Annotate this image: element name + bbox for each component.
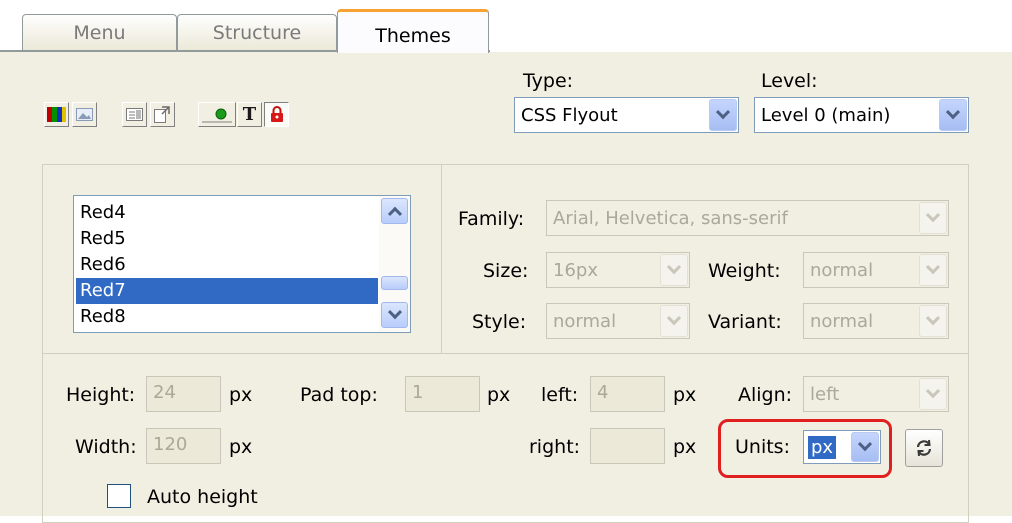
height-label: Height: (66, 384, 136, 406)
theme-listbox[interactable]: Red4 Red5 Red6 Red7 Red8 (73, 195, 411, 333)
auto-height-label: Auto height (147, 486, 258, 508)
chevron-down-icon[interactable] (851, 432, 879, 462)
weight-value: normal (810, 259, 874, 281)
refresh-icon (916, 439, 932, 457)
align-value: left (810, 383, 840, 405)
level-select[interactable]: Level 0 (main) (754, 97, 969, 133)
scroll-down-icon[interactable] (381, 302, 408, 328)
family-value: Arial, Helvetica, sans-serif (553, 207, 788, 229)
weight-select[interactable]: normal (803, 252, 949, 288)
units-value: px (808, 435, 837, 459)
listbox-scrollbar[interactable] (379, 196, 410, 332)
list-layout-glyph (126, 108, 143, 121)
family-label: Family: (458, 208, 525, 230)
variant-value: normal (810, 310, 874, 332)
weight-label: Weight: (708, 260, 781, 282)
chevron-down-icon[interactable] (919, 378, 947, 410)
width-label: Width: (75, 436, 137, 458)
color-dot-icon[interactable] (198, 102, 236, 127)
chevron-down-icon[interactable] (919, 202, 947, 234)
units-label: Units: (735, 436, 790, 458)
export-glyph (154, 106, 170, 123)
tab-themes[interactable]: Themes (337, 9, 489, 53)
tab-structure[interactable]: Structure (177, 14, 337, 50)
left-label: left: (541, 384, 579, 406)
list-item[interactable]: Red8 (76, 304, 378, 330)
font-t-glyph: T (242, 104, 257, 125)
size-value: 16px (553, 259, 598, 281)
lock-icon[interactable] (264, 102, 289, 127)
right-field[interactable] (590, 428, 665, 464)
style-label: Style: (472, 311, 527, 333)
right-unit: px (673, 436, 697, 458)
scroll-thumb[interactable] (381, 276, 408, 290)
pad-top-field[interactable]: 1 (405, 376, 480, 412)
chevron-down-icon[interactable] (919, 305, 947, 337)
level-value: Level 0 (main) (761, 104, 891, 126)
font-t-icon[interactable]: T (237, 102, 262, 127)
width-unit: px (229, 436, 253, 458)
family-select[interactable]: Arial, Helvetica, sans-serif (546, 200, 949, 236)
type-label: Type: (523, 70, 574, 92)
pad-top-label: Pad top: (300, 384, 378, 406)
export-icon[interactable] (150, 102, 175, 127)
level-label: Level: (761, 70, 818, 92)
lock-glyph (270, 106, 283, 122)
refresh-button[interactable] (905, 429, 943, 467)
variant-select[interactable]: normal (803, 303, 949, 339)
list-item[interactable]: Red5 (76, 226, 378, 252)
align-label: Align: (738, 384, 793, 406)
list-layout-icon[interactable] (122, 102, 147, 127)
pad-top-unit: px (487, 384, 511, 406)
type-value: CSS Flyout (521, 104, 618, 126)
type-select[interactable]: CSS Flyout (514, 97, 739, 133)
scroll-up-icon[interactable] (381, 198, 408, 224)
left-unit: px (673, 384, 697, 406)
variant-label: Variant: (708, 311, 782, 333)
color-dot-glyph (202, 108, 232, 122)
style-select[interactable]: normal (546, 303, 690, 339)
image-glyph (76, 108, 93, 121)
list-item[interactable]: Red4 (76, 200, 378, 226)
left-field[interactable]: 4 (590, 376, 665, 412)
height-field[interactable]: 24 (146, 376, 221, 412)
chevron-down-icon[interactable] (919, 254, 947, 286)
tab-menu[interactable]: Menu (22, 14, 177, 50)
chevron-down-icon[interactable] (709, 99, 737, 131)
auto-height-checkbox[interactable] (107, 484, 131, 508)
style-value: normal (553, 310, 617, 332)
chevron-down-icon[interactable] (660, 305, 688, 337)
size-label: Size: (483, 260, 529, 282)
chevron-down-icon[interactable] (939, 99, 967, 131)
list-item-selected[interactable]: Red7 (76, 278, 378, 304)
align-select[interactable]: left (803, 376, 949, 412)
right-label: right: (529, 436, 581, 458)
color-palette-glyph (47, 107, 66, 122)
width-field[interactable]: 120 (146, 428, 221, 464)
color-palette-icon[interactable] (44, 102, 69, 127)
size-select[interactable]: 16px (546, 252, 690, 288)
height-unit: px (229, 384, 253, 406)
list-item[interactable]: Red6 (76, 252, 378, 278)
chevron-down-icon[interactable] (660, 254, 688, 286)
units-select[interactable]: px (803, 430, 881, 464)
image-icon[interactable] (72, 102, 97, 127)
